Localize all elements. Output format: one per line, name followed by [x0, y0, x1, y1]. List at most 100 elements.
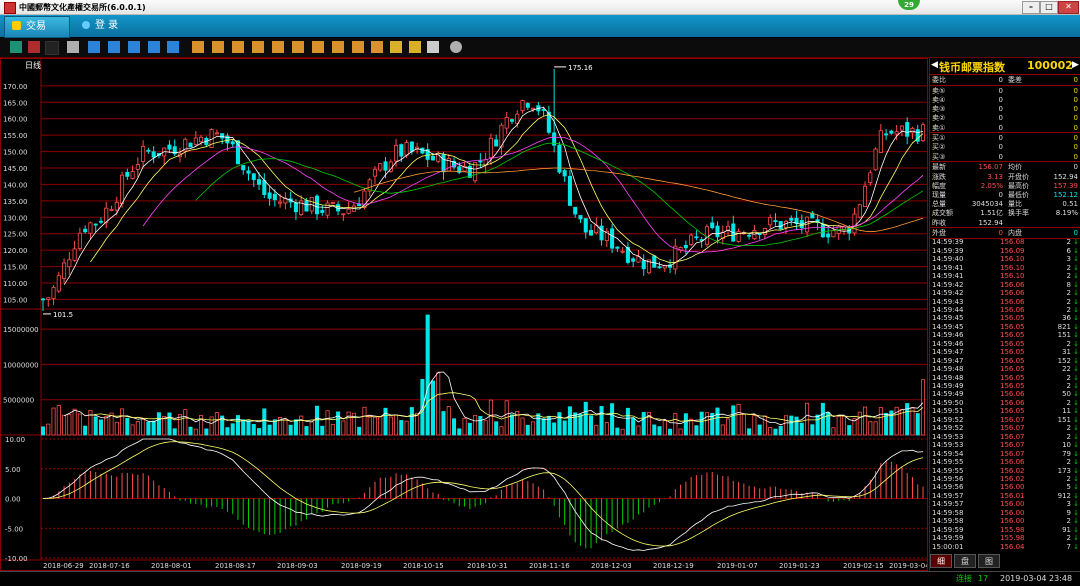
- down-arrow-icon: ↓: [1073, 373, 1079, 382]
- bidask-value-2: 0: [1073, 134, 1078, 143]
- notification-badge[interactable]: 29: [898, 0, 920, 10]
- candle: [135, 157, 140, 178]
- tick-price: 156.10: [1000, 255, 1025, 264]
- bidask-value-2: 0: [1073, 114, 1078, 123]
- volume-bar: [46, 423, 51, 436]
- volume-bar: [810, 424, 815, 436]
- candle: [773, 213, 778, 226]
- stat-value: 2.05%: [980, 181, 1003, 190]
- quarter-icon[interactable]: [148, 41, 160, 53]
- volume-bar: [204, 428, 209, 436]
- candle: [736, 228, 741, 243]
- indicator-1-icon[interactable]: [192, 41, 204, 53]
- tick-volume: 10: [1062, 441, 1071, 450]
- volume-bar: [673, 413, 678, 436]
- date-tick-label: 2018-06-29: [43, 562, 84, 570]
- volume-bar: [678, 428, 683, 436]
- down-arrow-icon: ↓: [1073, 407, 1079, 416]
- line-chart-icon[interactable]: [28, 41, 40, 53]
- volume-bar: [451, 418, 457, 436]
- panel-tab-3[interactable]: 图: [978, 554, 1000, 568]
- candle: [167, 140, 172, 153]
- macd-tick-label: 5.00: [5, 466, 21, 474]
- volume-bar: [768, 427, 773, 436]
- volume-bar: [172, 428, 177, 436]
- tick-time: 14:59:49: [932, 382, 964, 391]
- tick-volume: 2: [1066, 432, 1071, 441]
- year-icon[interactable]: [167, 41, 179, 53]
- bidask-label: 卖①: [932, 123, 946, 132]
- volume-bar: [404, 420, 409, 436]
- day-icon[interactable]: [88, 41, 100, 53]
- candle: [588, 224, 594, 236]
- volume-bar: [778, 425, 783, 436]
- zoom-in-icon[interactable]: [390, 41, 402, 53]
- tick-volume: 79: [1062, 449, 1071, 458]
- volume-bar: [604, 422, 609, 436]
- draw-icon[interactable]: [427, 41, 439, 53]
- tick-row: 14:59:56 156.02 2 ↓: [930, 475, 1080, 483]
- settings-icon[interactable]: [450, 41, 462, 53]
- app-logo-icon: [4, 2, 16, 14]
- month-icon[interactable]: [128, 41, 140, 53]
- volume-bar: [583, 401, 588, 436]
- tick-volume: 2: [1066, 424, 1071, 433]
- tick-volume: 151: [1057, 415, 1071, 424]
- tick-volume: 8: [1066, 280, 1071, 289]
- panel-tab-1[interactable]: 细: [930, 554, 952, 568]
- candle: [214, 129, 219, 135]
- indicator-8-icon[interactable]: [332, 41, 344, 53]
- down-arrow-icon: ↓: [1073, 331, 1079, 340]
- outer-value: 0: [998, 229, 1003, 238]
- candle: [910, 126, 915, 139]
- minimize-button[interactable]: –: [1022, 1, 1040, 14]
- candle: [325, 200, 330, 219]
- volume-bar: [257, 428, 262, 436]
- tick-row: 14:59:58 156.00 2 ↓: [930, 517, 1080, 525]
- indicator-10-icon[interactable]: [371, 41, 383, 53]
- date-tick-label: 2018-07-16: [89, 562, 130, 570]
- volume-bar: [304, 426, 309, 436]
- bidask-value: 0: [998, 123, 1003, 132]
- bidask-value-2: 0: [1073, 86, 1078, 95]
- volume-bar: [72, 408, 77, 436]
- tick-price: 156.07: [1000, 415, 1025, 424]
- maximize-button[interactable]: □: [1040, 1, 1058, 14]
- next-arrow-icon[interactable]: ▶: [1072, 60, 1079, 70]
- bidask-value-2: 0: [1073, 152, 1078, 161]
- zoom-out-icon[interactable]: [409, 41, 421, 53]
- grid-icon[interactable]: [67, 41, 79, 53]
- indicator-7-icon[interactable]: [312, 41, 324, 53]
- volume-bar: [262, 408, 267, 436]
- indicator-4-icon[interactable]: [252, 41, 264, 53]
- volume-bar: [662, 419, 667, 436]
- indicator-6-icon[interactable]: [292, 41, 304, 53]
- candlestick-icon[interactable]: [45, 41, 59, 55]
- indicator-5-icon[interactable]: [272, 41, 284, 53]
- indicator-2-icon[interactable]: [212, 41, 224, 53]
- volume-bar: [367, 415, 372, 436]
- tick-price: 156.05: [1000, 407, 1025, 416]
- price-tick-label: 150.00: [3, 149, 28, 157]
- kline-chart[interactable]: 170.00 165.00 160.00 155.00 150.00 145.00 140.…: [1, 59, 927, 570]
- close-button[interactable]: ✕: [1058, 1, 1079, 14]
- prev-arrow-icon[interactable]: ◀: [931, 60, 938, 70]
- bidask-row: 买③ 0 0: [930, 153, 1080, 161]
- status-bar: 连接 17 2019-03-04 23:48: [0, 571, 1080, 586]
- date-tick-label: 2019-01-07: [717, 562, 758, 570]
- volume-bar: [415, 412, 420, 436]
- login-button[interactable]: 登 录: [82, 18, 118, 34]
- tick-time: 14:59:59: [932, 534, 964, 543]
- down-arrow-icon: ↓: [1073, 466, 1079, 475]
- down-arrow-icon: ↓: [1073, 238, 1079, 247]
- candle: [146, 147, 151, 154]
- indicator-3-icon[interactable]: [232, 41, 244, 53]
- candle: [694, 230, 699, 241]
- trade-tab[interactable]: 交易: [4, 16, 70, 38]
- week-icon[interactable]: [108, 41, 120, 53]
- volume-bar: [388, 416, 393, 436]
- indicator-9-icon[interactable]: [352, 41, 364, 53]
- bar-chart-icon[interactable]: [10, 41, 22, 53]
- volume-bar: [362, 406, 367, 436]
- panel-tab-2[interactable]: 盘: [954, 554, 976, 568]
